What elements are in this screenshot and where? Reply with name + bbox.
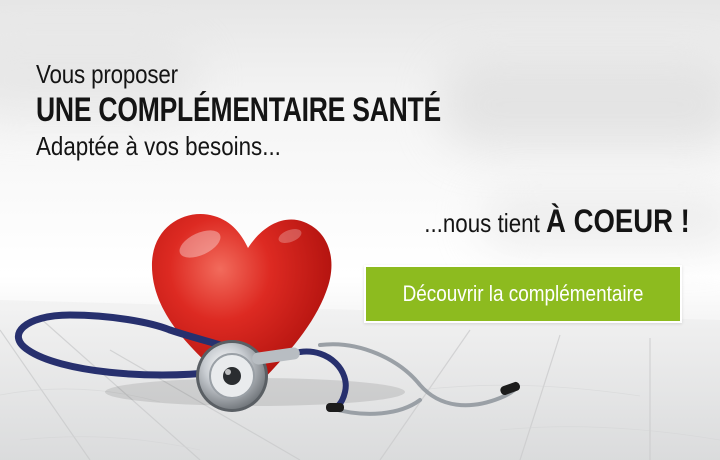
headline-title: UNE COMPLÉMENTAIRE SANTÉ (36, 91, 441, 129)
headline: Vous proposer UNE COMPLÉMENTAIRE SANTÉ A… (36, 58, 555, 162)
tagline-emphasis: À COEUR ! (546, 203, 690, 239)
discover-button[interactable]: Découvrir la complémentaire (364, 265, 682, 323)
tagline: ...nous tient À COEUR ! (424, 203, 690, 240)
headline-intro: Vous proposer (36, 59, 178, 89)
tagline-prefix: ...nous tient (424, 208, 547, 238)
discover-button-label: Découvrir la complémentaire (402, 281, 644, 306)
promo-banner: Vous proposer UNE COMPLÉMENTAIRE SANTÉ A… (0, 0, 720, 460)
headline-subtitle: Adaptée à vos besoins... (36, 131, 281, 161)
